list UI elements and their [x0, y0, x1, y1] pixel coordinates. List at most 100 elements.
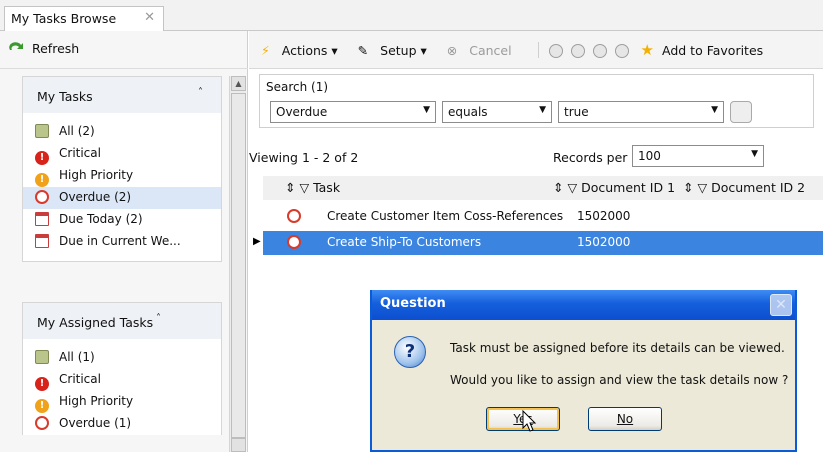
column-label: Document ID 1 — [581, 180, 676, 195]
chevron-down-icon: ▼ — [751, 149, 758, 159]
actions-menu[interactable]: ⚡ Actions ▾ — [261, 43, 346, 58]
pencil-icon: ✎ — [357, 43, 369, 58]
records-per-page-select[interactable]: 100 ▼ — [632, 145, 764, 167]
previous-page-icon[interactable] — [570, 44, 585, 58]
search-operator-select[interactable]: equals ▼ — [442, 101, 552, 123]
alarm-clock-icon — [287, 235, 301, 249]
viewing-count: Viewing 1 - 2 of 2 — [249, 150, 359, 165]
sidebar-item-due-current-week[interactable]: Due in Current We... — [23, 231, 221, 253]
assigned-tasks-group: My Assigned Tasks ˄ All (1) ! Critical ! H… — [22, 302, 222, 435]
dialog-message-line-2: Would you like to assign and view the ta… — [450, 373, 789, 387]
chevron-down-icon: ▼ — [711, 105, 718, 115]
search-value-select[interactable]: true ▼ — [558, 101, 724, 123]
sidebar-item-label: All (1) — [59, 350, 95, 364]
search-field-select[interactable]: Overdue ▼ — [270, 101, 436, 123]
records-per-page-value: 100 — [638, 149, 661, 163]
calendar-icon — [35, 234, 49, 248]
refresh-label: Refresh — [31, 41, 80, 56]
collapse-chevron-icon[interactable]: ˄ — [198, 87, 203, 98]
alarm-clock-icon — [35, 416, 49, 430]
left-scrollbar[interactable]: ▲ — [229, 76, 246, 452]
clipboard-icon — [35, 124, 49, 138]
refresh-button[interactable]: Refresh — [0, 31, 248, 69]
clipboard-icon — [35, 350, 49, 364]
no-label: No — [616, 412, 634, 426]
sidebar-item-label: Due in Current We... — [59, 234, 181, 248]
my-tasks-header[interactable]: My Tasks ˄ — [23, 77, 221, 113]
tab-title: My Tasks Browse — [11, 11, 117, 26]
favorites-label: Add to Favorites — [662, 43, 764, 58]
setup-label: Setup ▾ — [380, 43, 427, 58]
column-label: Task — [313, 180, 341, 195]
table-row[interactable]: Create Customer Item Coss-References 150… — [263, 205, 823, 229]
sidebar-item-assigned-critical[interactable]: ! Critical — [23, 369, 221, 391]
alarm-clock-icon — [287, 209, 301, 223]
last-page-icon[interactable] — [614, 44, 629, 58]
toolbar: ⚡ Actions ▾ ✎ Setup ▾ ⊗ Cancel ★ Add to F… — [249, 31, 823, 69]
next-page-icon[interactable] — [592, 44, 607, 58]
high-priority-icon: ! — [35, 173, 49, 187]
no-button[interactable]: No — [588, 407, 662, 431]
chevron-down-icon: ▼ — [539, 105, 546, 115]
search-field-value: Overdue — [276, 105, 328, 119]
critical-icon: ! — [35, 151, 49, 165]
column-task-header[interactable]: ⇕ ▽ Task — [285, 180, 340, 195]
table-row-selected[interactable]: ▶ Create Ship-To Customers 1502000 — [253, 231, 823, 255]
filter-icon: ▽ — [299, 180, 310, 195]
setup-menu[interactable]: ✎ Setup ▾ — [358, 43, 435, 58]
alarm-clock-icon — [35, 190, 49, 204]
close-icon[interactable]: ✕ — [770, 294, 792, 316]
search-go-button[interactable] — [730, 101, 752, 123]
scroll-down-arrow-icon[interactable] — [231, 438, 246, 452]
sidebar-item-assigned-all[interactable]: All (1) — [23, 347, 221, 369]
sort-icon: ⇕ — [553, 180, 564, 195]
close-tab-icon[interactable]: ✕ — [144, 10, 155, 25]
sidebar-item-due-today[interactable]: Due Today (2) — [23, 209, 221, 231]
cancel-label: Cancel — [469, 43, 512, 58]
sidebar-item-assigned-high-priority[interactable]: ! High Priority — [23, 391, 221, 413]
sidebar-item-label: Critical — [59, 146, 101, 160]
sidebar-item-high-priority[interactable]: ! High Priority — [23, 165, 221, 187]
dialog-title: Question — [380, 296, 446, 311]
tab-my-tasks-browse[interactable]: My Tasks Browse ✕ — [4, 6, 164, 31]
filter-icon: ▽ — [697, 180, 708, 195]
task-cell: Create Ship-To Customers — [327, 235, 482, 249]
actions-label: Actions ▾ — [281, 43, 338, 58]
search-label: Search (1) — [266, 80, 329, 94]
question-icon: ? — [394, 336, 426, 368]
star-icon: ★ — [640, 41, 654, 59]
filter-icon: ▽ — [567, 180, 578, 195]
search-value-text: true — [564, 105, 589, 119]
first-page-icon[interactable] — [548, 44, 563, 58]
cancel-button[interactable]: ⊗ Cancel — [447, 43, 520, 58]
scroll-thumb[interactable] — [231, 93, 246, 438]
assigned-tasks-title: My Assigned Tasks — [37, 315, 154, 330]
toolbar-divider — [537, 42, 539, 58]
tab-bar: My Tasks Browse ✕ — [0, 0, 823, 31]
add-to-favorites-button[interactable]: ★ Add to Favorites — [640, 41, 772, 59]
scroll-up-arrow-icon[interactable]: ▲ — [231, 76, 246, 91]
sidebar-item-label: High Priority — [59, 394, 134, 408]
critical-icon: ! — [35, 377, 49, 391]
sidebar-item-label: Overdue (1) — [59, 416, 132, 430]
cancel-icon: ⊗ — [446, 43, 458, 58]
high-priority-icon: ! — [35, 399, 49, 413]
sidebar-item-overdue[interactable]: Overdue (2) — [23, 187, 221, 209]
column-label: Document ID 2 — [711, 180, 806, 195]
sidebar-item-label: Critical — [59, 372, 101, 386]
sidebar-item-all[interactable]: All (2) — [23, 121, 221, 143]
sidebar-item-label: High Priority — [59, 168, 134, 182]
calendar-icon — [35, 212, 49, 226]
left-panel: Refresh ▲ My Tasks ˄ All (2) ! Critical !… — [0, 31, 248, 452]
sidebar-item-critical[interactable]: ! Critical — [23, 143, 221, 165]
refresh-icon — [9, 42, 23, 50]
collapse-chevron-icon[interactable]: ˄ — [156, 313, 161, 324]
assigned-tasks-header[interactable]: My Assigned Tasks ˄ — [23, 303, 221, 339]
dialog-titlebar[interactable]: Question ✕ — [372, 290, 795, 320]
sidebar-item-assigned-overdue[interactable]: Overdue (1) — [23, 413, 221, 435]
column-document-id-1-header[interactable]: ⇕ ▽ Document ID 1 ⇕ ▽ Document ID 2 — [553, 180, 805, 195]
document-id-cell: 1502000 — [577, 235, 631, 249]
task-cell: Create Customer Item Coss-References — [327, 209, 564, 223]
search-operator-value: equals — [448, 105, 488, 119]
document-id-cell: 1502000 — [577, 209, 631, 223]
